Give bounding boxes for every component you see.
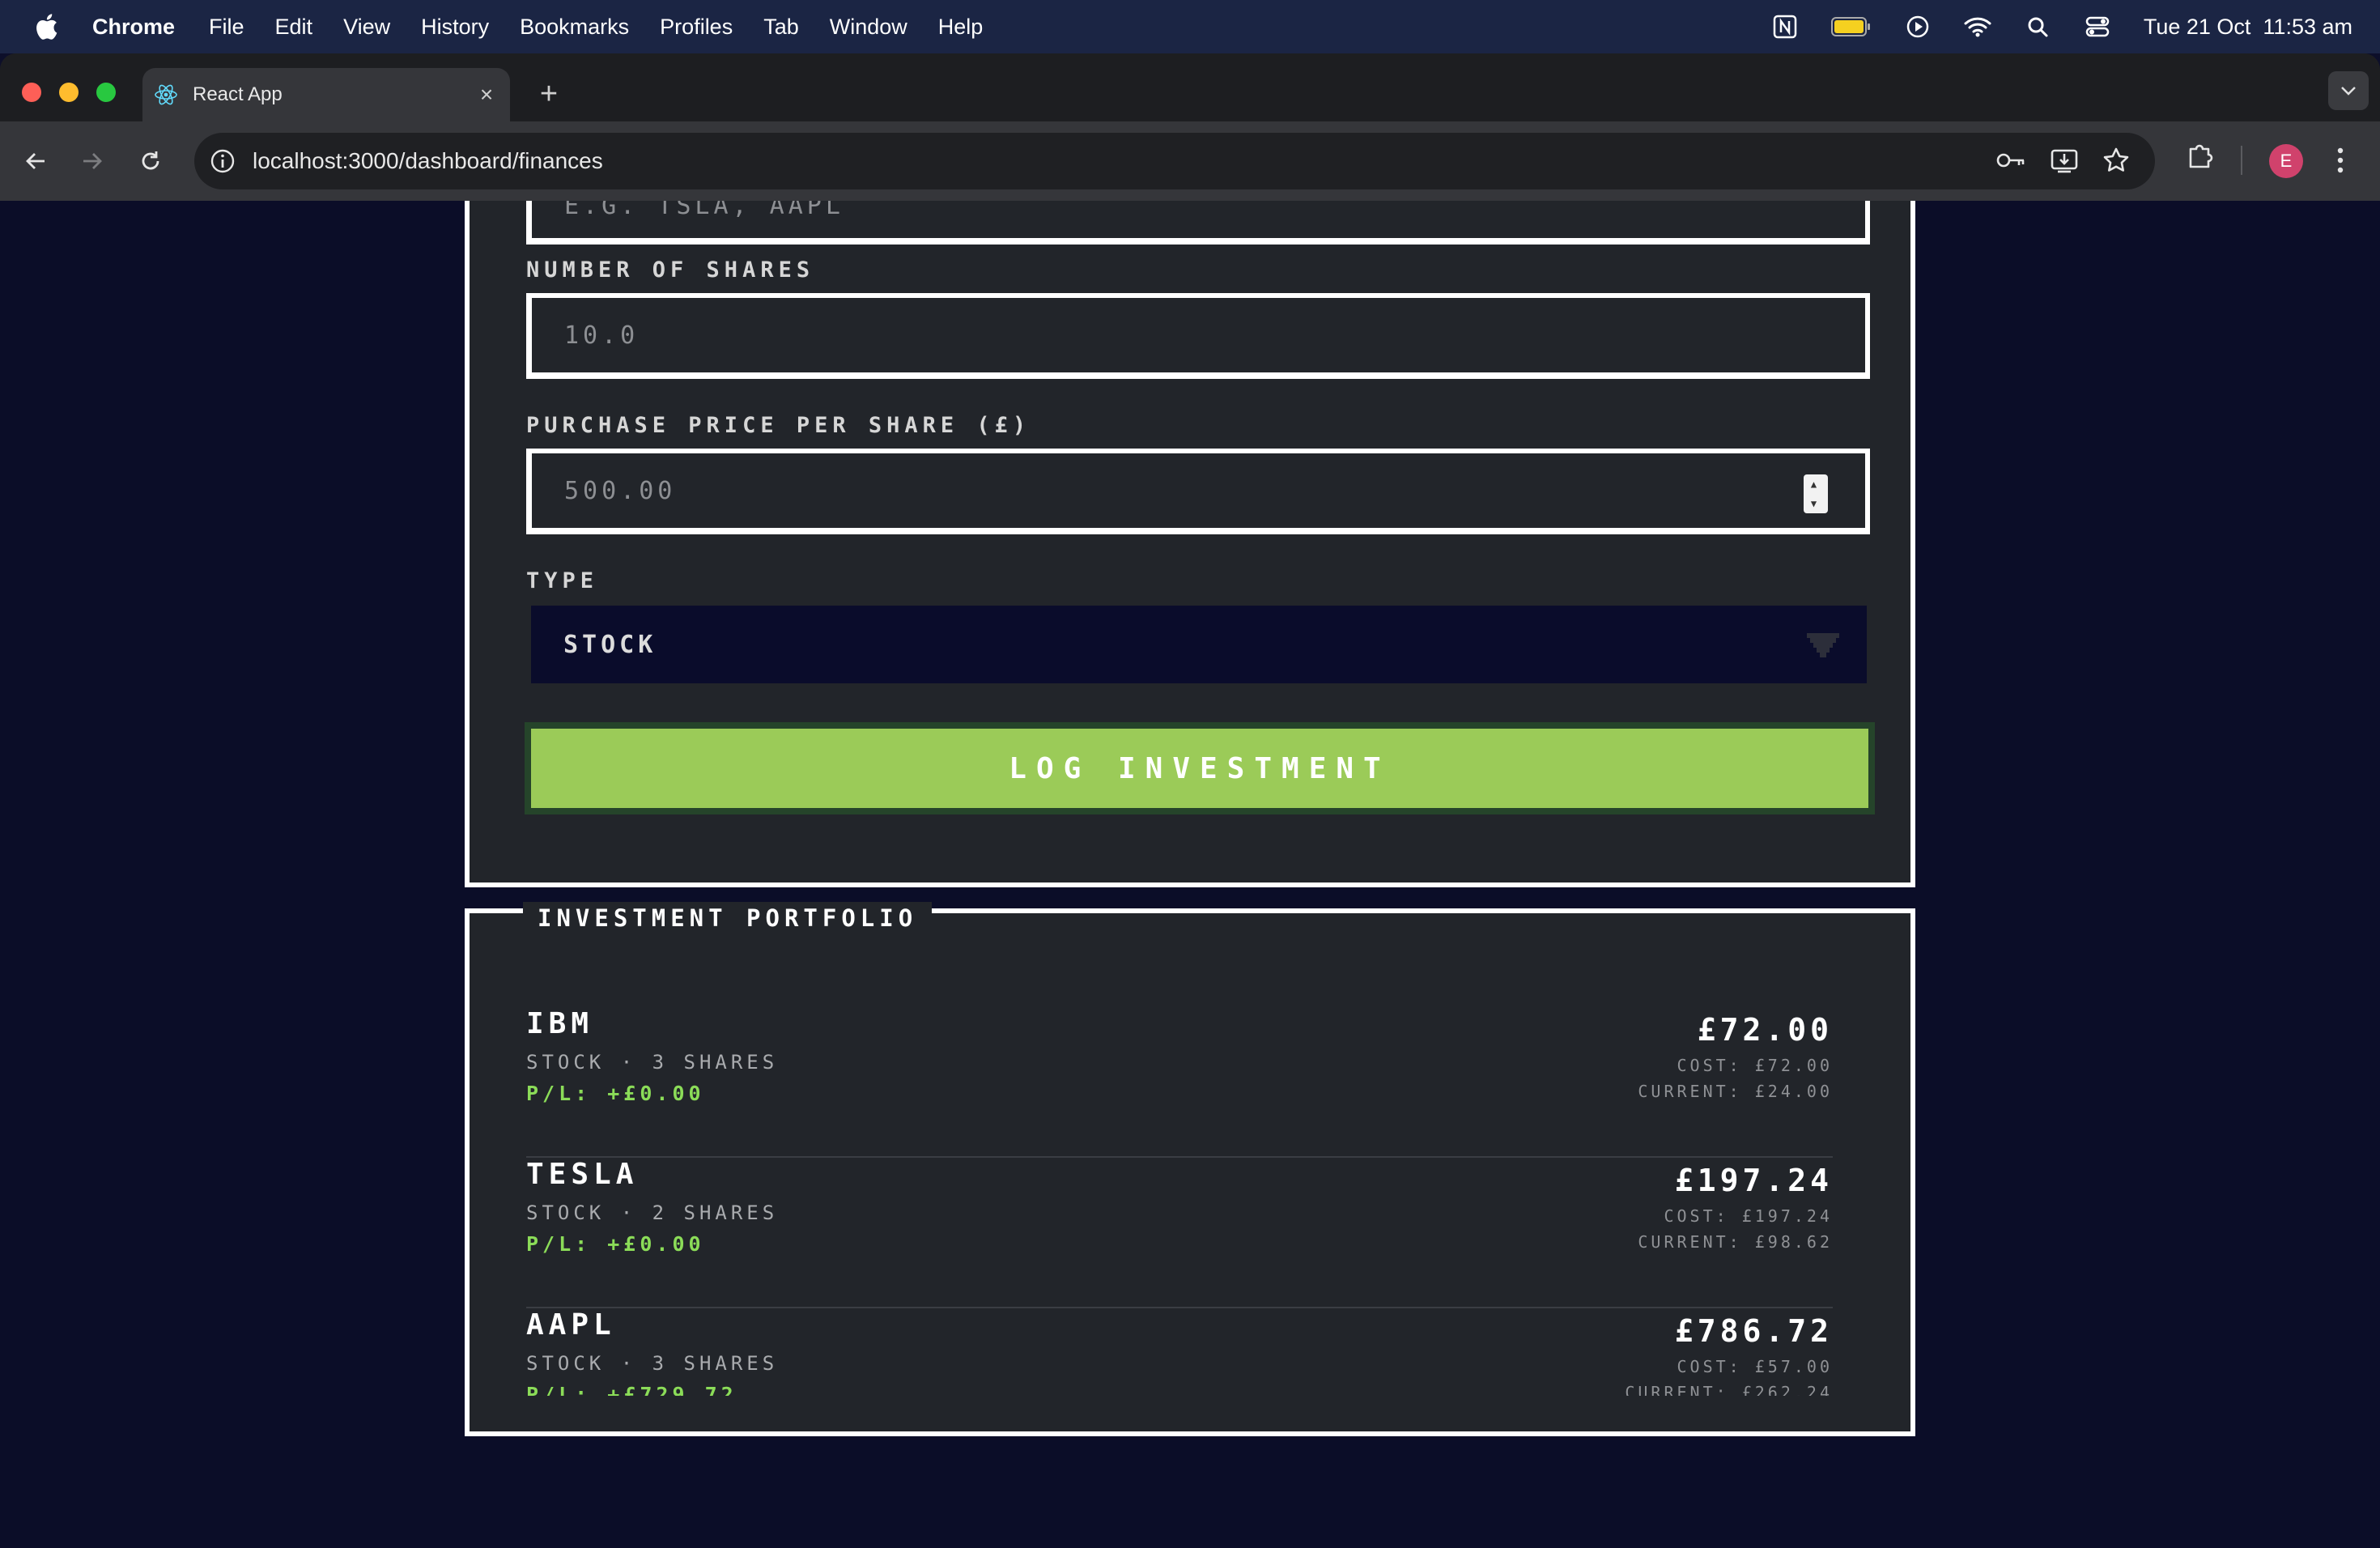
holding-meta: STOCK · 3 SHARES xyxy=(526,1352,779,1375)
control-center-icon[interactable] xyxy=(2084,13,2111,40)
toolbar-divider xyxy=(2241,146,2242,175)
page-content: E.G. TSLA, AAPL NUMBER OF SHARES 10.0 PU… xyxy=(0,201,2380,1548)
menu-help[interactable]: Help xyxy=(938,15,984,40)
profile-avatar[interactable]: E xyxy=(2269,144,2303,178)
menu-history[interactable]: History xyxy=(421,15,489,40)
menu-window[interactable]: Window xyxy=(830,15,907,40)
holding-row[interactable]: TESLA STOCK · 2 SHARES P/L: +£0.00 £197.… xyxy=(526,1158,1833,1308)
tab-search-chevron-down-icon[interactable] xyxy=(2328,71,2369,110)
shares-input-placeholder: 10.0 xyxy=(564,321,640,350)
macos-menu-bar: Chrome File Edit View History Bookmarks … xyxy=(0,0,2380,53)
chrome-menu-kebab-icon[interactable] xyxy=(2335,144,2346,176)
holding-meta: STOCK · 3 SHARES xyxy=(526,1051,779,1074)
password-key-icon[interactable] xyxy=(1995,146,2027,175)
menu-app-chrome[interactable]: Chrome xyxy=(92,15,175,40)
holding-meta: STOCK · 2 SHARES xyxy=(526,1201,779,1224)
holding-cost: COST: £57.00 xyxy=(1677,1357,1833,1376)
site-info-icon[interactable] xyxy=(209,147,236,175)
menu-tab[interactable]: Tab xyxy=(763,15,799,40)
tab-strip: React App × + xyxy=(0,53,2380,121)
install-app-icon[interactable] xyxy=(2050,146,2079,175)
price-stepper[interactable]: ▲ ▼ xyxy=(1804,474,1828,513)
browser-chrome: React App × + localhost:3000/dashboard/f… xyxy=(0,53,2380,201)
type-select[interactable]: STOCK xyxy=(531,606,1867,683)
browser-toolbar: localhost:3000/dashboard/finances E xyxy=(0,121,2380,201)
bookmark-star-icon[interactable] xyxy=(2102,146,2131,175)
reload-icon[interactable] xyxy=(133,143,168,179)
tab-title: React App xyxy=(193,83,283,105)
holding-pl: P/L: +£729.72 xyxy=(526,1383,737,1396)
spotlight-search-icon[interactable] xyxy=(2024,13,2051,40)
price-input-placeholder: 500.00 xyxy=(564,476,677,505)
apple-logo-icon[interactable] xyxy=(32,12,60,41)
menu-view[interactable]: View xyxy=(343,15,390,40)
extensions-puzzle-icon[interactable] xyxy=(2186,141,2215,170)
menu-file[interactable]: File xyxy=(209,15,244,40)
holding-row[interactable]: IBM STOCK · 3 SHARES P/L: +£0.00 £72.00 … xyxy=(526,1007,1833,1158)
close-window-button[interactable] xyxy=(22,83,41,102)
stepper-up-icon[interactable]: ▲ xyxy=(1811,479,1821,489)
price-label: PURCHASE PRICE PER SHARE (£) xyxy=(526,413,1031,438)
investment-portfolio-panel: INVESTMENT PORTFOLIO IBM STOCK · 3 SHARE… xyxy=(465,902,1915,1436)
play-circle-icon[interactable] xyxy=(1904,13,1932,40)
holding-current: CURRENT: £24.00 xyxy=(1638,1082,1833,1101)
close-tab-icon[interactable]: × xyxy=(474,83,499,107)
type-label: TYPE xyxy=(526,568,599,593)
holding-row[interactable]: AAPL STOCK · 3 SHARES P/L: +£729.72 £786… xyxy=(526,1308,1833,1396)
shares-input[interactable]: 10.0 xyxy=(526,293,1870,379)
price-input[interactable]: 500.00 ▲ ▼ xyxy=(526,449,1870,534)
holding-cost: COST: £197.24 xyxy=(1664,1206,1833,1226)
holding-current: CURRENT: £262.24 xyxy=(1625,1383,1833,1396)
forward-arrow-icon[interactable] xyxy=(74,143,110,179)
log-investment-button[interactable]: LOG INVESTMENT xyxy=(525,722,1875,814)
back-arrow-icon[interactable] xyxy=(18,143,53,179)
shares-label: NUMBER OF SHARES xyxy=(526,257,815,283)
wifi-icon[interactable] xyxy=(1964,13,1991,40)
holding-symbol: TESLA xyxy=(526,1158,639,1191)
zoom-window-button[interactable] xyxy=(96,83,116,102)
react-logo-icon xyxy=(155,84,177,105)
symbol-input-placeholder: E.G. TSLA, AAPL xyxy=(564,201,844,220)
holding-pl: P/L: +£0.00 xyxy=(526,1082,705,1105)
type-select-value: STOCK xyxy=(563,630,657,659)
log-investment-form: E.G. TSLA, AAPL NUMBER OF SHARES 10.0 PU… xyxy=(465,201,1915,887)
holding-cost: COST: £72.00 xyxy=(1677,1056,1833,1075)
holding-value: £197.24 xyxy=(1674,1163,1833,1198)
new-tab-icon[interactable]: + xyxy=(533,78,565,110)
holding-value: £786.72 xyxy=(1674,1313,1833,1349)
symbol-input[interactable]: E.G. TSLA, AAPL xyxy=(526,201,1870,245)
holding-current: CURRENT: £98.62 xyxy=(1638,1232,1833,1252)
holding-pl: P/L: +£0.00 xyxy=(526,1232,705,1256)
battery-icon[interactable] xyxy=(1830,13,1872,40)
menubar-clock[interactable]: Tue 21 Oct 11:53 am xyxy=(2144,15,2352,40)
window-controls xyxy=(22,83,116,102)
stepper-down-icon[interactable]: ▼ xyxy=(1811,499,1821,508)
menu-bookmarks[interactable]: Bookmarks xyxy=(520,15,629,40)
holdings-list[interactable]: IBM STOCK · 3 SHARES P/L: +£0.00 £72.00 … xyxy=(470,913,1910,1396)
holding-value: £72.00 xyxy=(1697,1012,1833,1048)
minimize-window-button[interactable] xyxy=(59,83,79,102)
holding-symbol: AAPL xyxy=(526,1308,616,1342)
select-chevron-down-icon[interactable] xyxy=(1807,633,1839,657)
url-text[interactable]: localhost:3000/dashboard/finances xyxy=(253,148,603,174)
notion-icon[interactable] xyxy=(1771,13,1799,40)
tab-react-app[interactable]: React App × xyxy=(142,68,510,121)
menu-profiles[interactable]: Profiles xyxy=(660,15,733,40)
address-bar[interactable]: localhost:3000/dashboard/finances xyxy=(194,133,2155,189)
menu-edit[interactable]: Edit xyxy=(275,15,313,40)
holding-symbol: IBM xyxy=(526,1007,594,1040)
